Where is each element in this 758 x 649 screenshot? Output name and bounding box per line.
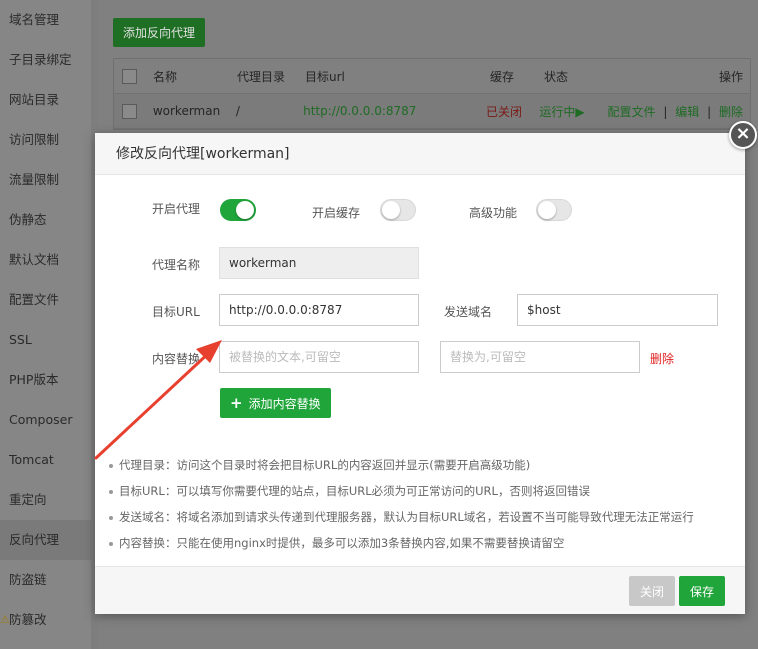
ops-separator: |: [663, 104, 668, 119]
sidebar-item-access-limit[interactable]: 访问限制: [0, 120, 91, 160]
bullet-icon: [109, 515, 113, 520]
send-domain-input[interactable]: [517, 294, 718, 326]
sidebar-item-tamper[interactable]: ⚠ 防篡改: [0, 600, 91, 640]
toggle-knob: [236, 201, 254, 219]
edit-proxy-dialog: 修改反向代理[workerman] 开启代理 开启缓存 高级功能 代理名称 wo…: [95, 133, 745, 614]
sidebar: 域名管理 子目录绑定 网站目录 访问限制 流量限制 伪静态 默认文档 配置文件 …: [0, 0, 91, 649]
save-button[interactable]: 保存: [679, 576, 725, 606]
cell-url: http://0.0.0.0:8787: [303, 104, 417, 118]
sidebar-item-tomcat[interactable]: Tomcat: [0, 440, 91, 480]
replace-to-input[interactable]: [440, 341, 640, 373]
proxy-toggle-label: 开启代理: [152, 202, 201, 216]
close-button[interactable]: 关闭: [629, 576, 675, 606]
bullet-icon: [109, 489, 113, 494]
row-checkbox[interactable]: [122, 103, 137, 119]
sidebar-item-default-doc[interactable]: 默认文档: [0, 240, 91, 280]
replace-from-input[interactable]: [219, 341, 419, 373]
column-header-url: 目标url: [305, 69, 345, 84]
column-header-cache: 缓存: [490, 69, 515, 84]
list-item: 代理目录：访问这个目录时将会把目标URL的内容返回并显示(需要开启高级功能): [109, 456, 735, 482]
select-all-checkbox[interactable]: [122, 68, 137, 84]
cell-cache-status[interactable]: 已关闭: [486, 103, 539, 120]
sidebar-item-config-file[interactable]: 配置文件: [0, 280, 91, 320]
sidebar-item-subdir[interactable]: 子目录绑定: [0, 40, 91, 80]
proxy-name-field: workerman: [219, 247, 419, 279]
plus-icon: +: [230, 394, 243, 412]
column-header-name: 名称: [153, 69, 178, 84]
edit-link[interactable]: 编辑: [675, 105, 699, 119]
advanced-toggle[interactable]: [536, 199, 572, 221]
target-url-label: 目标URL: [152, 305, 200, 319]
list-item: 发送域名：将域名添加到请求头传递到代理服务器，默认为目标URL域名，若设置不当可…: [109, 508, 735, 534]
close-icon[interactable]: ×: [729, 121, 757, 149]
sidebar-item-ssl[interactable]: SSL: [0, 320, 91, 360]
add-content-replace-label: 添加内容替换: [248, 396, 321, 411]
sidebar-item-hotlink[interactable]: 防盗链: [0, 560, 91, 600]
cache-toggle[interactable]: [380, 199, 416, 221]
sidebar-item-php-version[interactable]: PHP版本: [0, 360, 91, 400]
column-header-status: 状态: [544, 69, 569, 84]
list-item: 内容替换：只能在使用nginx时提供，最多可以添加3条替换内容,如果不需要替换请…: [109, 534, 735, 560]
proxy-name-label: 代理名称: [152, 258, 201, 272]
sidebar-item-composer[interactable]: Composer: [0, 400, 91, 440]
note-text: 代理目录：访问这个目录时将会把目标URL的内容返回并显示(需要开启高级功能): [119, 458, 531, 472]
column-header-ops: 操作: [718, 69, 743, 84]
send-domain-label: 发送域名: [444, 305, 493, 319]
table-header-row: 名称 代理目录 目标url 缓存 状态 操作: [114, 59, 750, 94]
config-file-link[interactable]: 配置文件: [608, 105, 656, 119]
note-text: 发送域名：将域名添加到请求头传递到代理服务器，默认为目标URL域名，若设置不当可…: [119, 510, 694, 524]
ops-separator: |: [707, 104, 712, 119]
dialog-footer: 关闭 保存: [95, 566, 745, 614]
proxy-toggle[interactable]: [220, 199, 256, 221]
warning-icon: ⚠: [0, 613, 10, 626]
column-header-dir: 代理目录: [237, 69, 286, 84]
sidebar-item-tamper-label: 防篡改: [9, 612, 47, 627]
delete-replace-link[interactable]: 删除: [650, 350, 674, 367]
target-url-input[interactable]: [219, 294, 419, 326]
help-notes: 代理目录：访问这个目录时将会把目标URL的内容返回并显示(需要开启高级功能) 目…: [109, 456, 735, 560]
cell-ops: 配置文件 | 编辑 | 删除: [608, 103, 750, 120]
list-item: 目标URL：可以填写你需要代理的站点，目标URL必须为可正常访问的URL，否则将…: [109, 482, 735, 508]
toggle-knob: [538, 201, 556, 219]
sidebar-item-traffic-limit[interactable]: 流量限制: [0, 160, 91, 200]
sidebar-item-site-dir[interactable]: 网站目录: [0, 80, 91, 120]
toggle-knob: [382, 201, 400, 219]
cell-run-status[interactable]: 运行中▶: [539, 103, 607, 120]
cell-name: workerman: [152, 104, 221, 118]
table-row: workerman / http://0.0.0.0:8787 已关闭 运行中▶…: [114, 94, 750, 129]
add-reverse-proxy-button[interactable]: 添加反向代理: [113, 18, 206, 47]
proxy-table: 名称 代理目录 目标url 缓存 状态 操作 workerman / http:…: [113, 58, 751, 130]
delete-link[interactable]: 删除: [719, 105, 743, 119]
note-text: 目标URL：可以填写你需要代理的站点，目标URL必须为可正常访问的URL，否则将…: [119, 484, 590, 498]
advanced-toggle-label: 高级功能: [469, 206, 518, 220]
content-replace-label: 内容替换: [152, 352, 201, 366]
cache-toggle-label: 开启缓存: [312, 206, 361, 220]
cell-dir: /: [235, 104, 240, 118]
bullet-icon: [109, 463, 113, 468]
dialog-title: 修改反向代理[workerman]: [95, 133, 745, 175]
sidebar-item-reverse-proxy[interactable]: 反向代理: [0, 520, 91, 560]
sidebar-item-rewrite[interactable]: 伪静态: [0, 200, 91, 240]
note-text: 内容替换：只能在使用nginx时提供，最多可以添加3条替换内容,如果不需要替换请…: [119, 536, 565, 550]
sidebar-item-domain[interactable]: 域名管理: [0, 0, 91, 40]
sidebar-item-redirect[interactable]: 重定向: [0, 480, 91, 520]
bullet-icon: [109, 541, 113, 546]
add-content-replace-button[interactable]: + 添加内容替换: [220, 388, 331, 418]
